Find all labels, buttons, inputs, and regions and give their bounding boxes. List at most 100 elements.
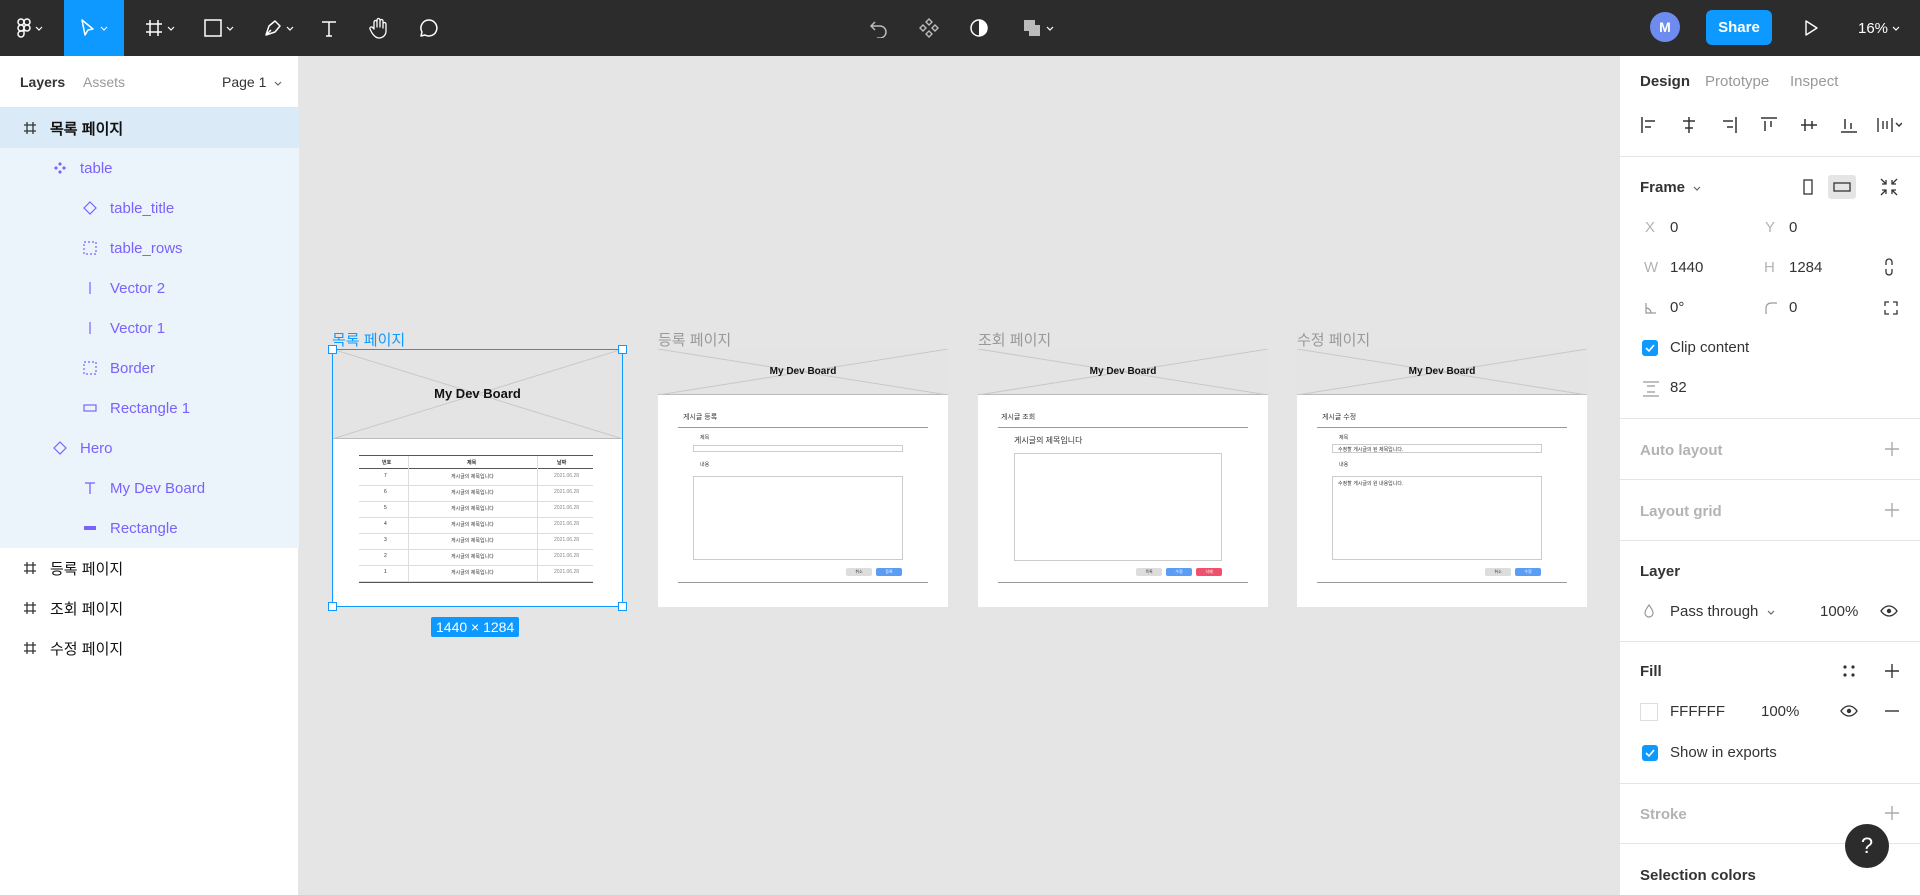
layer-vector-1[interactable]: Vector 1: [0, 308, 299, 348]
fill-color-swatch[interactable]: [1640, 703, 1658, 721]
mask-button[interactable]: [966, 0, 992, 56]
layer-rectangle-1[interactable]: Rectangle 1: [0, 388, 299, 428]
align-left-icon[interactable]: [1640, 116, 1658, 134]
layer-table-title[interactable]: table_title: [0, 188, 299, 228]
frame-label-view[interactable]: 조회 페이지: [978, 329, 1051, 350]
user-avatar[interactable]: M: [1650, 12, 1680, 42]
eye-icon[interactable]: [1880, 603, 1898, 619]
layer-hero[interactable]: Hero: [0, 428, 299, 468]
frame-edit-page[interactable]: My Dev Board 게시글 수정 제목 수정할 게시글의 된 제목입니다.…: [1297, 349, 1587, 607]
add-stroke-plus-icon[interactable]: [1884, 805, 1900, 821]
frame-create-page[interactable]: My Dev Board 게시글 등록 제목 내용 취소 등록: [658, 349, 948, 607]
layer-list-page[interactable]: 목록 페이지: [0, 108, 299, 148]
add-auto-layout-plus-icon[interactable]: [1884, 441, 1900, 457]
layer-border[interactable]: Border: [0, 348, 299, 388]
share-button[interactable]: Share: [1706, 10, 1772, 45]
x-input[interactable]: 0: [1670, 219, 1678, 236]
frame-label-edit[interactable]: 수정 페이지: [1297, 329, 1370, 350]
frame-label-list[interactable]: 목록 페이지: [332, 329, 405, 350]
tab-assets[interactable]: Assets: [83, 74, 125, 90]
layer-create-page[interactable]: 등록 페이지: [0, 548, 299, 588]
resize-to-fit-icon[interactable]: [1880, 178, 1898, 196]
tab-prototype[interactable]: Prototype: [1705, 73, 1769, 90]
height-input[interactable]: 1284: [1789, 259, 1822, 276]
distribute-spacing-icon[interactable]: [1876, 116, 1902, 134]
add-fill-plus-icon[interactable]: [1884, 663, 1900, 679]
corner-radius-input[interactable]: 0: [1789, 299, 1797, 316]
layer-edit-page[interactable]: 수정 페이지: [0, 628, 299, 668]
title-input-value: 수정할 게시글의 된 제목입니다.: [1338, 447, 1404, 453]
zoom-dropdown[interactable]: 16%: [1858, 0, 1900, 56]
list-button[interactable]: 목록: [1136, 568, 1162, 576]
cancel-button[interactable]: 취소: [846, 568, 872, 576]
layer-vector-2[interactable]: Vector 2: [0, 268, 299, 308]
portrait-orientation-icon[interactable]: [1801, 178, 1815, 196]
align-center-horizontal-icon[interactable]: [1680, 116, 1698, 134]
fill-opacity-input[interactable]: 100%: [1761, 703, 1799, 720]
submit-button[interactable]: 등록: [876, 568, 902, 576]
save-edit-button[interactable]: 수정: [1515, 568, 1541, 576]
show-in-exports-checkbox[interactable]: [1642, 745, 1658, 761]
title-input[interactable]: 수정할 게시글의 된 제목입니다.: [1332, 444, 1542, 453]
tab-layers[interactable]: Layers: [20, 74, 65, 90]
frame-preset-dropdown[interactable]: Frame: [1640, 179, 1701, 196]
edit-button[interactable]: 수정: [1166, 568, 1192, 576]
frame-label-create[interactable]: 등록 페이지: [658, 329, 731, 350]
layer-table[interactable]: table: [0, 148, 299, 188]
layer-label: 등록 페이지: [50, 560, 124, 578]
hand-tool-button[interactable]: [364, 0, 394, 56]
cancel-button[interactable]: 취소: [1485, 568, 1511, 576]
content-textarea[interactable]: 수정할 게시글의 원 내용입니다.: [1332, 476, 1542, 560]
styles-grid-icon[interactable]: [1841, 663, 1857, 679]
text-tool-button[interactable]: [314, 0, 344, 56]
present-button[interactable]: [1798, 0, 1824, 56]
width-input[interactable]: 1440: [1670, 259, 1703, 276]
resize-handle-bottom-right[interactable]: [618, 602, 627, 611]
boolean-ops-button[interactable]: [1016, 0, 1060, 56]
independent-corners-icon[interactable]: [1884, 301, 1898, 315]
layer-view-page[interactable]: 조회 페이지: [0, 588, 299, 628]
spacing-input[interactable]: 82: [1670, 379, 1687, 396]
comment-tool-button[interactable]: [414, 0, 444, 56]
y-input[interactable]: 0: [1789, 219, 1797, 236]
resize-handle-top-left[interactable]: [328, 345, 337, 354]
blend-mode-dropdown[interactable]: Pass through: [1670, 603, 1775, 620]
clip-content-checkbox[interactable]: [1642, 340, 1658, 356]
add-layout-grid-plus-icon[interactable]: [1884, 502, 1900, 518]
main-menu-button[interactable]: [8, 0, 52, 56]
help-button[interactable]: ?: [1845, 824, 1889, 868]
title-input[interactable]: [693, 445, 903, 452]
landscape-orientation-button[interactable]: [1828, 175, 1856, 199]
frame-view-page[interactable]: My Dev Board 게시글 조회 게시글의 제목입니다 목록 수정 삭제: [978, 349, 1268, 607]
page-selector-label: Page 1: [222, 74, 267, 90]
tab-design[interactable]: Design: [1640, 73, 1690, 90]
frame-tool-button[interactable]: [138, 0, 182, 56]
layer-rectangle[interactable]: Rectangle: [0, 508, 299, 548]
align-top-icon[interactable]: [1760, 116, 1778, 134]
move-tool-button[interactable]: [64, 0, 124, 56]
shape-tool-button[interactable]: [196, 0, 242, 56]
eye-icon[interactable]: [1840, 703, 1858, 719]
layer-table-rows[interactable]: table_rows: [0, 228, 299, 268]
detach-instance-button[interactable]: [866, 0, 892, 56]
page-selector[interactable]: Page 1: [222, 74, 282, 90]
resize-handle-top-right[interactable]: [618, 345, 627, 354]
cursor-arrow-icon: [81, 19, 94, 36]
hero-banner: My Dev Board: [978, 349, 1268, 395]
tab-inspect[interactable]: Inspect: [1790, 73, 1838, 90]
align-right-icon[interactable]: [1720, 116, 1738, 134]
align-bottom-icon[interactable]: [1840, 116, 1858, 134]
component-icon: [919, 18, 939, 38]
content-textarea[interactable]: [693, 476, 903, 560]
remove-fill-minus-icon[interactable]: [1884, 703, 1900, 719]
layer-opacity-input[interactable]: 100%: [1820, 603, 1858, 620]
rotation-input[interactable]: 0°: [1670, 299, 1684, 316]
layer-my-dev-board-text[interactable]: My Dev Board: [0, 468, 299, 508]
create-component-button[interactable]: [916, 0, 942, 56]
pen-tool-button[interactable]: [256, 0, 302, 56]
align-middle-vertical-icon[interactable]: [1800, 116, 1818, 134]
delete-button[interactable]: 삭제: [1196, 568, 1222, 576]
fill-hex-input[interactable]: FFFFFF: [1670, 703, 1725, 720]
resize-handle-bottom-left[interactable]: [328, 602, 337, 611]
constrain-proportions-icon[interactable]: [1882, 258, 1896, 276]
